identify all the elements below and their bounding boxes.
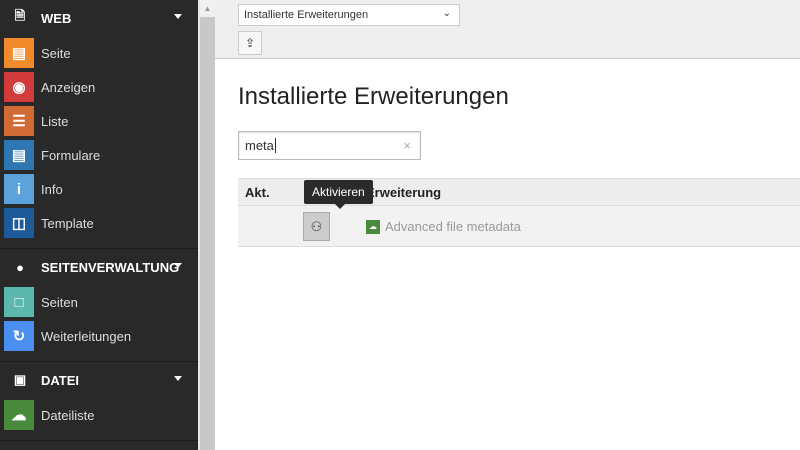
group-seitenverwaltung: ● SEITENVERWALTUNG □ Seiten ↻ Weiterleitung… <box>0 249 198 362</box>
group-header-web[interactable]: 🗎 WEB <box>0 0 198 36</box>
sidebar-item-label: Anzeigen <box>41 79 96 95</box>
scrollbar[interactable]: ▲ <box>198 0 215 450</box>
extension-activate-icon: ⚇ <box>310 218 323 234</box>
clear-icon[interactable]: × <box>403 138 411 153</box>
group-web: 🗎 WEB ▤ Seite ◉ Anzeigen ☰ Liste ▤ Formulare … <box>0 0 198 249</box>
info-icon: i <box>4 174 34 204</box>
extensions-table: Akt. Erweiterung Aktivieren ⚇ ☁ Advanced … <box>238 178 800 247</box>
page-title: Installierte Erweiterungen <box>238 83 509 110</box>
tooltip: Aktivieren <box>304 180 373 209</box>
page-icon: 🗎 <box>14 8 26 23</box>
scroll-up-icon[interactable]: ▲ <box>200 0 215 17</box>
sidebar-item-formulare[interactable]: ▤ Formulare <box>0 138 198 172</box>
list-icon: ☰ <box>4 106 34 136</box>
sidebar-item-seite[interactable]: ▤ Seite <box>0 36 198 70</box>
column-header-erweiterung[interactable]: Erweiterung <box>366 185 441 200</box>
sidebar-item-label: Seiten <box>41 294 78 310</box>
sidebar-item-label: Seite <box>41 45 71 61</box>
view-select[interactable]: Installierte Erweiterungen ⌄ <box>238 4 460 26</box>
globe-icon: ● <box>16 259 24 275</box>
sidebar-item-label: Template <box>41 215 94 231</box>
eye-icon: ◉ <box>4 72 34 102</box>
sidebar-item-seiten[interactable]: □ Seiten <box>0 285 198 319</box>
redirect-icon: ↻ <box>4 321 34 351</box>
sidebar-item-weiterleitungen[interactable]: ↻ Weiterleitungen <box>0 319 198 353</box>
caret-down-icon[interactable] <box>174 376 182 381</box>
extension-title: Advanced file metadata <box>385 219 521 234</box>
extension-icon: ☁ <box>366 219 380 234</box>
upload-icon: ⇪ <box>244 36 256 50</box>
search-input[interactable]: meta × <box>238 131 421 160</box>
upload-button[interactable]: ⇪ <box>238 31 262 55</box>
sidebar-item-dateiliste[interactable]: ☁ Dateiliste <box>0 398 198 432</box>
sidebar-item-label: Liste <box>41 113 69 129</box>
sidebar-item-label: Info <box>41 181 63 197</box>
sidebar-item-anzeigen[interactable]: ◉ Anzeigen <box>0 70 198 104</box>
sidebar-item-label: Dateiliste <box>41 407 95 423</box>
monitor-icon: □ <box>4 287 34 317</box>
group-label: SEITENVERWALTUNG <box>41 259 180 275</box>
main-content: Installierte Erweiterungen ⌄ ⇪ Installier… <box>215 0 800 450</box>
group-header-datei[interactable]: ▣ DATEI <box>0 362 198 398</box>
text-cursor <box>274 138 276 153</box>
module-menu: 🗎 WEB ▤ Seite ◉ Anzeigen ☰ Liste ▤ Formulare … <box>0 0 198 450</box>
activate-button[interactable]: ⚇ <box>303 212 330 241</box>
search-value: meta <box>245 138 274 153</box>
view-select-value: Installierte Erweiterungen <box>244 9 369 21</box>
cloud-icon: ☁ <box>4 400 34 430</box>
chevron-down-icon: ⌄ <box>442 8 451 19</box>
sidebar-item-label: Formulare <box>41 147 101 163</box>
group-label: DATEI <box>41 372 80 388</box>
sidebar-item-liste[interactable]: ☰ Liste <box>0 104 198 138</box>
form-icon: ▤ <box>4 140 34 170</box>
caret-down-icon[interactable] <box>174 263 182 268</box>
group-header-seitenverwaltung[interactable]: ● SEITENVERWALTUNG <box>0 249 198 285</box>
table-row: ⚇ ☁ Advanced file metadata <box>238 206 800 247</box>
docheader: Installierte Erweiterungen ⌄ ⇪ <box>215 0 800 59</box>
group-datei: ▣ DATEI ☁ Dateiliste <box>0 362 198 441</box>
sidebar-item-label: Weiterleitungen <box>41 328 132 344</box>
template-icon: ◫ <box>4 208 34 238</box>
sidebar-item-info[interactable]: i Info <box>0 172 198 206</box>
extension-name[interactable]: ☁ Advanced file metadata <box>366 219 521 234</box>
image-icon: ▣ <box>13 372 27 387</box>
caret-down-icon[interactable] <box>174 14 182 19</box>
sidebar-item-template[interactable]: ◫ Template <box>0 206 198 240</box>
page-icon: ▤ <box>4 38 34 68</box>
group-label: WEB <box>41 10 72 26</box>
